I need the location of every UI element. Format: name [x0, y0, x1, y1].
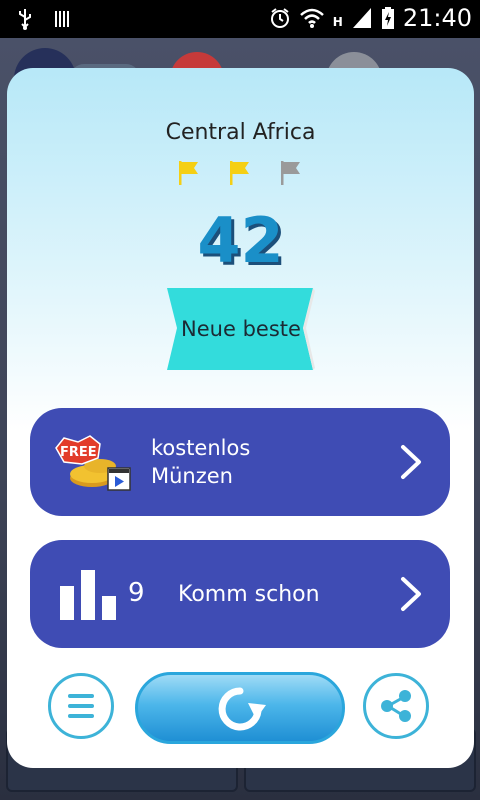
share-icon — [381, 690, 411, 722]
leaderboard-count: 9 — [128, 578, 145, 608]
status-time: 21:40 — [402, 4, 472, 32]
score: 42 — [197, 204, 284, 277]
flag-icon — [179, 161, 198, 185]
flag-rating — [177, 160, 303, 186]
leaderboard-label: Komm schon — [178, 582, 320, 607]
free-coins-icon: FREE — [55, 435, 131, 491]
leaderboard-bars-icon — [60, 570, 116, 620]
battery-charging-icon — [381, 7, 394, 29]
wifi-icon — [299, 8, 324, 28]
menu-button[interactable] — [48, 673, 114, 739]
status-bar: H 21:40 — [0, 0, 480, 38]
h-network-icon: H — [332, 15, 343, 29]
level-name: Central Africa — [165, 120, 316, 145]
usb-icon — [19, 9, 31, 30]
replay-button[interactable] — [135, 672, 345, 744]
barcode-icon — [55, 11, 69, 27]
leaderboard-button[interactable]: 9 Komm schon — [30, 540, 450, 648]
chevron-right-icon — [401, 577, 421, 611]
share-button[interactable] — [363, 673, 429, 739]
flag-icon — [281, 161, 300, 185]
menu-icon — [68, 694, 94, 718]
free-coins-button[interactable]: FREE kostenlos Münzen — [30, 408, 450, 516]
new-best-ribbon: Neue beste — [167, 288, 315, 370]
signal-icon — [352, 8, 371, 28]
free-coins-label: kostenlos Münzen — [151, 434, 250, 490]
alarm-icon — [270, 8, 289, 28]
replay-icon — [218, 687, 266, 731]
free-badge-text: FREE — [60, 445, 97, 460]
free-coins-line1: kostenlos — [151, 436, 251, 460]
ribbon-label: Neue beste — [181, 317, 301, 341]
free-coins-line2: Münzen — [151, 464, 233, 488]
flag-icon — [230, 161, 249, 185]
level-complete-dialog: Central Africa 42 Neue beste FREE kosten… — [7, 68, 474, 768]
chevron-right-icon — [401, 445, 421, 479]
